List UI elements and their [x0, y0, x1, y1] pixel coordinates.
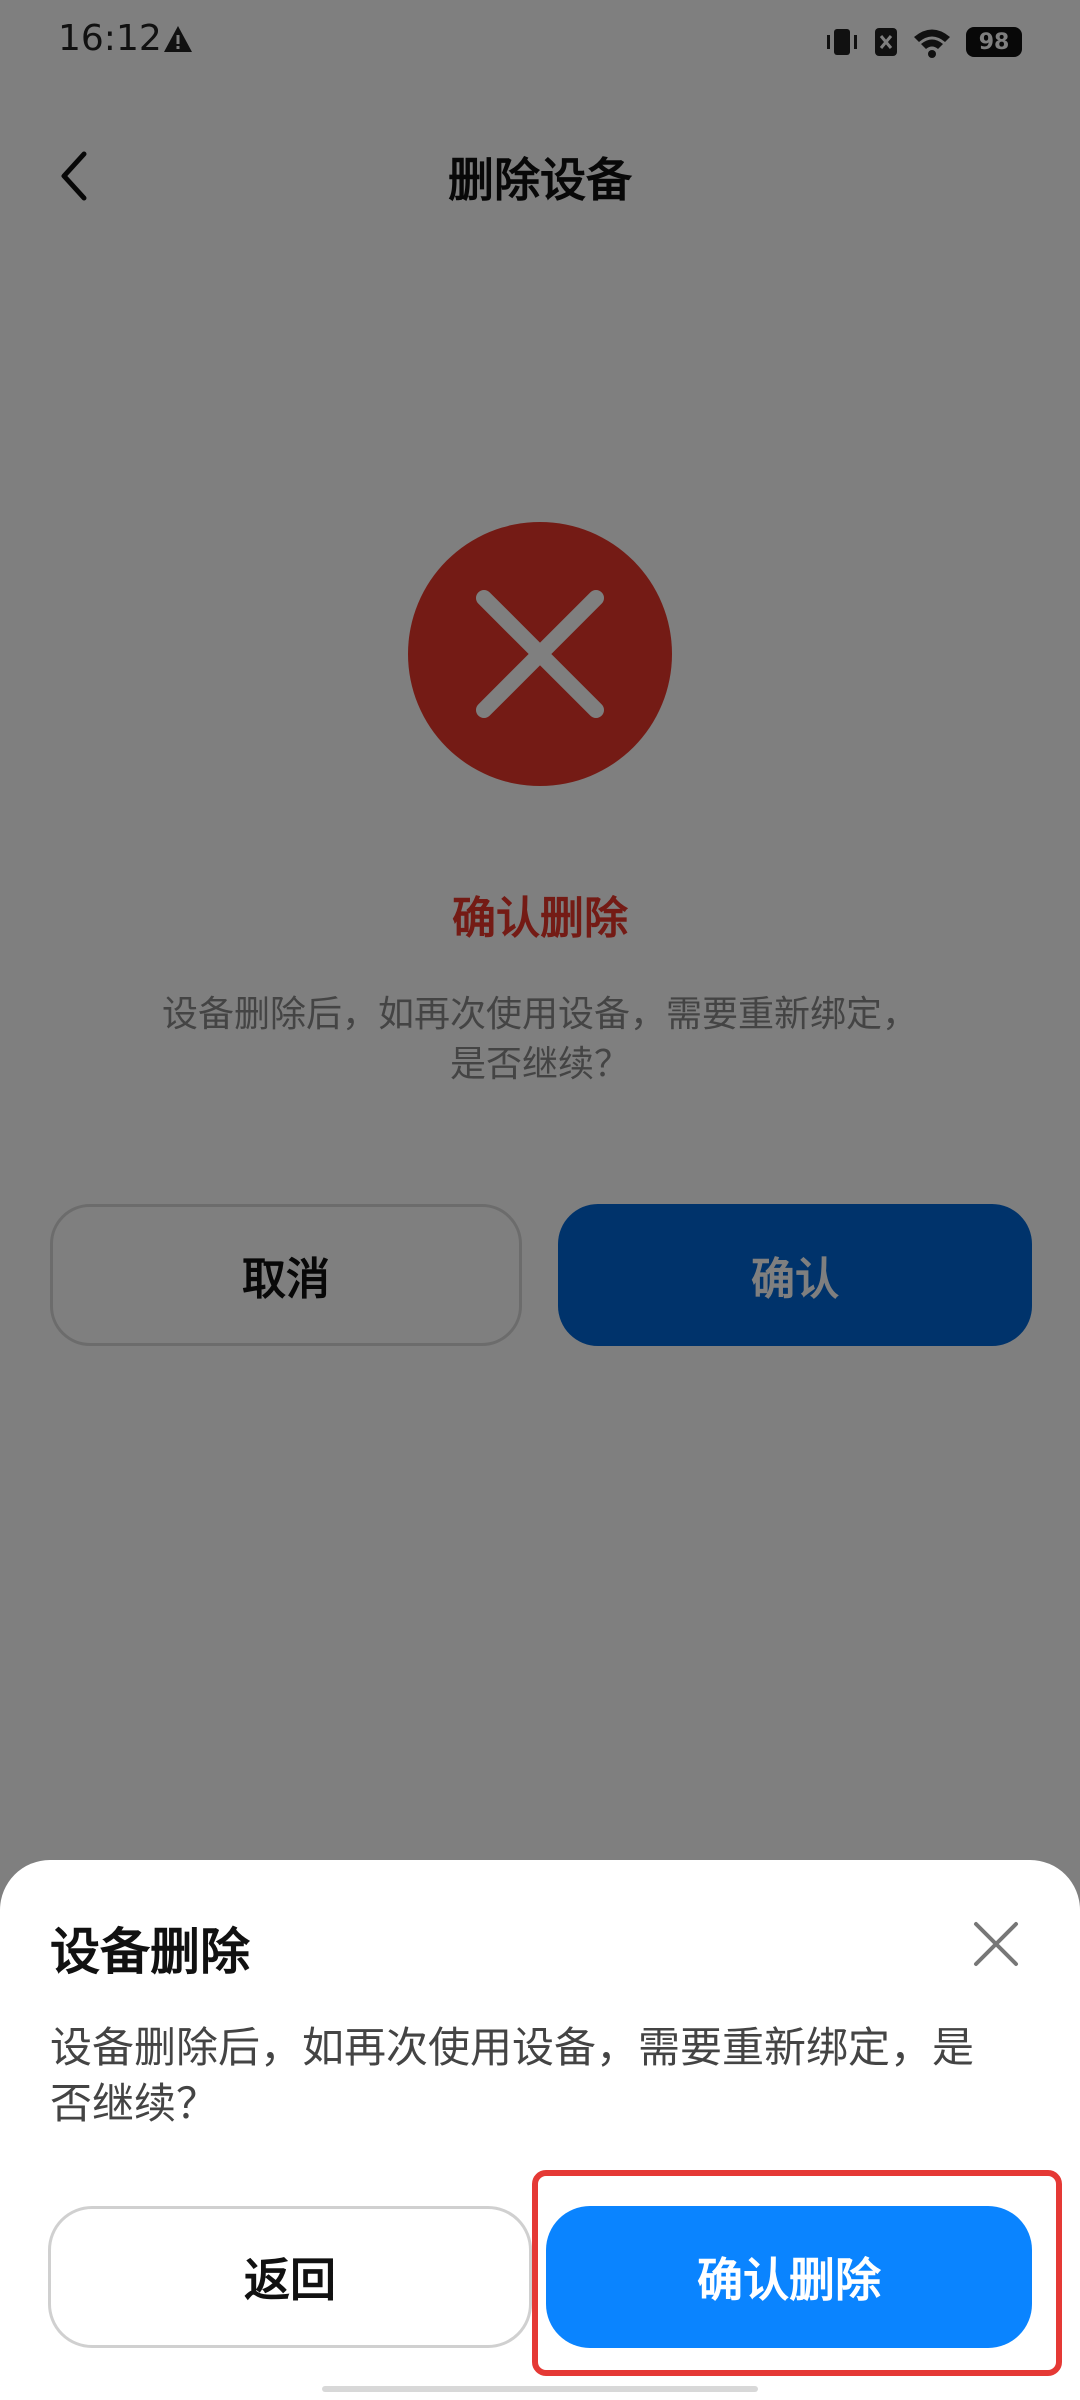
highlight-box [532, 2170, 1062, 2376]
screen: 16:12 98 删除 [0, 0, 1080, 2400]
home-indicator[interactable] [322, 2386, 758, 2392]
sheet-title: 设备删除 [50, 1923, 250, 1981]
back-button[interactable]: 返回 [48, 2206, 532, 2348]
sheet-description: 设备删除后，如再次使用设备，需要重新绑定，是否继续？ [50, 2023, 975, 2128]
close-icon[interactable] [968, 1916, 1024, 1972]
